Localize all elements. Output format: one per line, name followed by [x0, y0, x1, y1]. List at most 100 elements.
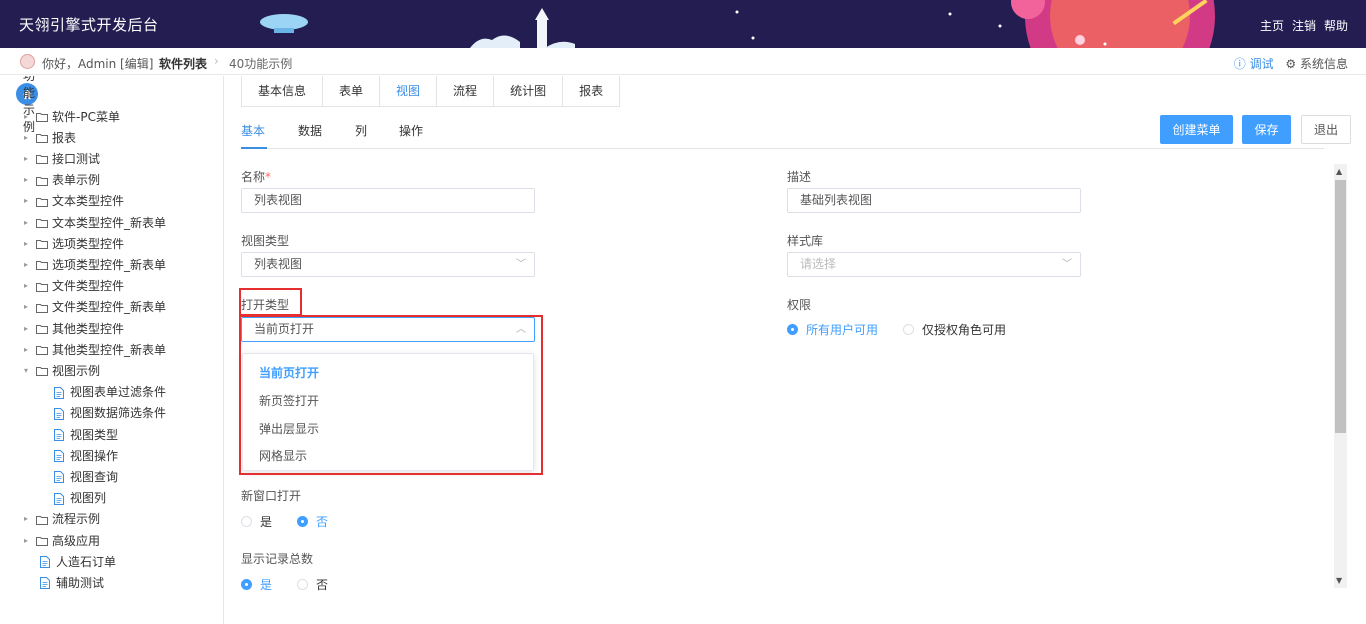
- sidebar-item-label: 文本类型控件_新表单: [52, 215, 167, 230]
- perm-authorized-roles-radio[interactable]: 仅授权角色可用: [903, 321, 1006, 338]
- sidebar-item[interactable]: ▾ 视图示例: [24, 361, 100, 379]
- sidebar-item[interactable]: ▸ 文件类型控件: [24, 277, 124, 295]
- highlight-box-label: [239, 288, 302, 316]
- radio-dot: [903, 324, 914, 335]
- sidebar-item[interactable]: 辅助测试: [38, 573, 104, 591]
- sidebar-item[interactable]: 视图类型: [52, 425, 118, 443]
- caret-right-icon[interactable]: ▸: [24, 324, 34, 333]
- sidebar-item[interactable]: ▸ 文件类型控件_新表单: [24, 298, 166, 316]
- caret-right-icon[interactable]: ▸: [24, 260, 34, 269]
- tab-report[interactable]: 报表: [563, 76, 619, 106]
- exit-button[interactable]: 退出: [1301, 115, 1351, 144]
- sidebar-item[interactable]: 视图列: [52, 489, 106, 507]
- view-type-value: 列表视图: [254, 257, 303, 271]
- caret-right-icon[interactable]: ▸: [24, 514, 34, 523]
- sidebar-item[interactable]: 视图操作: [52, 446, 118, 464]
- sidebar-item-label: 选项类型控件_新表单: [52, 257, 167, 272]
- file-icon: [54, 386, 66, 399]
- top-tabs: 基本信息 表单 视图 流程 统计图 报表: [241, 76, 621, 107]
- sidebar-item[interactable]: ▸ 其他类型控件_新表单: [24, 340, 166, 358]
- debug-link[interactable]: ⓘ 调试: [1234, 57, 1274, 71]
- file-icon: [54, 471, 66, 484]
- caret-right-icon[interactable]: ▸: [24, 175, 34, 184]
- view-type-select[interactable]: 列表视图 ﹀: [241, 252, 535, 277]
- sidebar-item-label: 视图列: [70, 491, 107, 506]
- desc-input[interactable]: 基础列表视图: [787, 188, 1081, 213]
- tab-flow[interactable]: 流程: [437, 76, 495, 106]
- radio-dot: [297, 516, 308, 527]
- tab-view[interactable]: 视图: [380, 76, 438, 106]
- nav-home-link[interactable]: 主页: [1260, 19, 1284, 33]
- sidebar-item-label: 视图查询: [70, 469, 119, 484]
- sidebar-item[interactable]: ▸ 文本类型控件_新表单: [24, 213, 166, 231]
- scroll-down-icon[interactable]: ▼: [1336, 576, 1342, 585]
- sidebar-item[interactable]: ▸ 选项类型控件: [24, 234, 124, 252]
- caret-right-icon[interactable]: ▸: [24, 345, 34, 354]
- nav-help-link[interactable]: 帮助: [1324, 19, 1348, 33]
- caret-down-icon[interactable]: ▾: [24, 366, 34, 375]
- tree-root[interactable]: 40功能示例: [16, 76, 38, 134]
- sidebar-item[interactable]: ▸ 表单示例: [24, 171, 100, 189]
- sidebar-item-label: 视图操作: [70, 448, 119, 463]
- required-mark: *: [265, 170, 272, 184]
- name-input[interactable]: 列表视图: [241, 188, 535, 213]
- sidebar-item[interactable]: ▸ 软件-PC菜单: [24, 107, 120, 125]
- user-greeting[interactable]: 你好，Admin [编辑]: [42, 55, 153, 72]
- new-window-yes-radio[interactable]: 是: [241, 513, 272, 530]
- subtab-basic[interactable]: 基本: [241, 122, 265, 139]
- subtab-data[interactable]: 数据: [298, 122, 322, 139]
- subtab-operations[interactable]: 操作: [399, 122, 423, 139]
- caret-right-icon[interactable]: ▸: [24, 302, 34, 311]
- save-button[interactable]: 保存: [1242, 115, 1291, 144]
- sidebar-item[interactable]: ▸ 流程示例: [24, 510, 100, 528]
- caret-right-icon[interactable]: ▸: [24, 112, 34, 121]
- sidebar-item[interactable]: ▸ 报表: [24, 128, 76, 146]
- sidebar-item[interactable]: 视图查询: [52, 467, 118, 485]
- header-nav: 主页 注销 帮助: [1252, 17, 1348, 34]
- sidebar-item[interactable]: ▸ 选项类型控件_新表单: [24, 255, 166, 273]
- main-panel: 基本信息 表单 视图 流程 统计图 报表 基本 数据 列 操作 创建菜单 保存 …: [225, 76, 1366, 624]
- breadcrumb-bar: 你好，Admin [编辑] 软件列表 › 40功能示例 ⓘ 调试 ⚙ 系统信息: [0, 48, 1366, 75]
- caret-right-icon[interactable]: ▸: [24, 536, 34, 545]
- app-title: 天翎引擎式开发后台: [19, 16, 159, 34]
- sidebar-item[interactable]: 视图数据筛选条件: [52, 404, 166, 422]
- vertical-scrollbar[interactable]: ▲ ▼: [1334, 164, 1347, 588]
- tab-stats-chart[interactable]: 统计图: [494, 76, 564, 106]
- sidebar-item-label: 视图类型: [70, 427, 119, 442]
- caret-right-icon[interactable]: ▸: [24, 239, 34, 248]
- show-total-yes-radio[interactable]: 是: [241, 576, 272, 593]
- tab-form[interactable]: 表单: [323, 76, 381, 106]
- sidebar-item[interactable]: ▸ 接口测试: [24, 149, 100, 167]
- name-label: 名称*: [241, 168, 271, 185]
- style-lib-select[interactable]: 请选择 ﹀: [787, 252, 1081, 277]
- perm-all-users-radio[interactable]: 所有用户可用: [787, 321, 878, 338]
- caret-right-icon[interactable]: ▸: [24, 154, 34, 163]
- sidebar-item[interactable]: ▸ 其他类型控件: [24, 319, 124, 337]
- sidebar-item[interactable]: 视图表单过滤条件: [52, 383, 166, 401]
- nav-logout-link[interactable]: 注销: [1292, 19, 1316, 33]
- permission-label: 权限: [787, 298, 812, 312]
- tab-basic-info[interactable]: 基本信息: [242, 76, 324, 106]
- show-total-no-radio[interactable]: 否: [297, 576, 328, 593]
- system-info-link[interactable]: ⚙ 系统信息: [1285, 57, 1348, 71]
- folder-icon: [36, 535, 48, 546]
- scroll-up-icon[interactable]: ▲: [1336, 167, 1342, 176]
- radio-dot: [297, 579, 308, 590]
- folder-icon: [36, 238, 48, 250]
- folder-icon: [36, 259, 48, 271]
- sidebar-item[interactable]: ▸ 高级应用: [24, 531, 100, 549]
- create-menu-button[interactable]: 创建菜单: [1160, 115, 1233, 144]
- caret-right-icon[interactable]: ▸: [24, 281, 34, 290]
- show-total-no-text: 否: [316, 578, 329, 592]
- scrollbar-thumb[interactable]: [1335, 180, 1346, 433]
- sidebar-item[interactable]: ▸ 文本类型控件: [24, 192, 124, 210]
- caret-right-icon[interactable]: ▸: [24, 133, 34, 142]
- file-icon: [54, 407, 66, 420]
- breadcrumb-software-list[interactable]: 软件列表: [159, 55, 207, 72]
- caret-right-icon[interactable]: ▸: [24, 196, 34, 205]
- subtab-columns[interactable]: 列: [355, 122, 367, 139]
- sidebar-item[interactable]: 人造石订单: [38, 552, 116, 570]
- caret-right-icon[interactable]: ▸: [24, 218, 34, 227]
- radio-dot: [241, 516, 252, 527]
- new-window-no-radio[interactable]: 否: [297, 513, 328, 530]
